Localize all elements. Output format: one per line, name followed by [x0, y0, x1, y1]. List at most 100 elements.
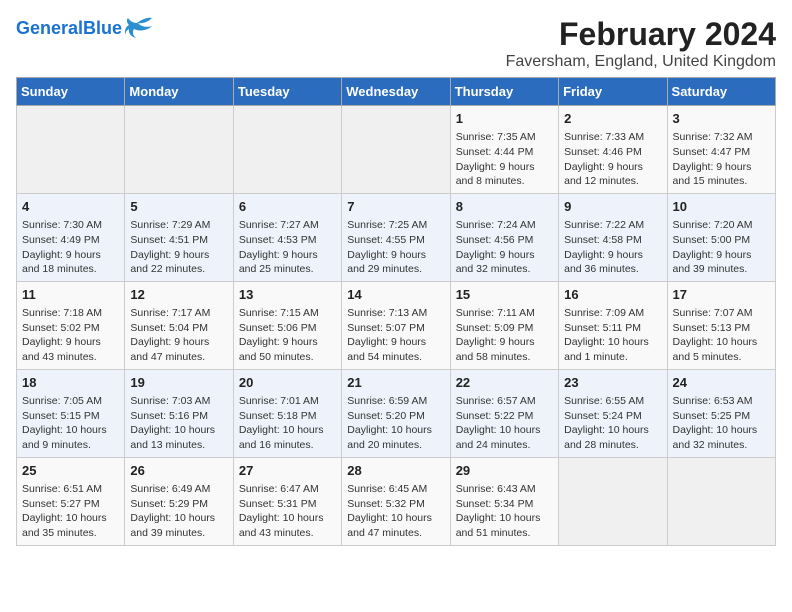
cell-info: Sunrise: 7:05 AMSunset: 5:15 PMDaylight:… [22, 394, 119, 453]
cell-info: Sunrise: 7:09 AMSunset: 5:11 PMDaylight:… [564, 306, 661, 365]
day-number: 28 [347, 462, 444, 480]
day-number: 13 [239, 286, 336, 304]
title-area: February 2024 Faversham, England, United… [506, 16, 776, 71]
day-number: 3 [673, 110, 770, 128]
calendar-week-row: 11 Sunrise: 7:18 AMSunset: 5:02 PMDayligh… [17, 281, 776, 369]
calendar-cell: 15 Sunrise: 7:11 AMSunset: 5:09 PMDayligh… [450, 281, 558, 369]
cell-info: Sunrise: 6:47 AMSunset: 5:31 PMDaylight:… [239, 482, 336, 541]
calendar-cell: 11 Sunrise: 7:18 AMSunset: 5:02 PMDayligh… [17, 281, 125, 369]
calendar-cell [125, 106, 233, 194]
cell-info: Sunrise: 6:55 AMSunset: 5:24 PMDaylight:… [564, 394, 661, 453]
day-number: 27 [239, 462, 336, 480]
cell-info: Sunrise: 7:25 AMSunset: 4:55 PMDaylight:… [347, 218, 444, 277]
day-number: 11 [22, 286, 119, 304]
calendar-week-row: 1 Sunrise: 7:35 AMSunset: 4:44 PMDaylight… [17, 106, 776, 194]
weekday-header: Wednesday [342, 78, 450, 106]
day-number: 4 [22, 198, 119, 216]
header-row: SundayMondayTuesdayWednesdayThursdayFrid… [17, 78, 776, 106]
calendar-cell: 5 Sunrise: 7:29 AMSunset: 4:51 PMDaylight… [125, 193, 233, 281]
weekday-header: Saturday [667, 78, 775, 106]
calendar-cell [342, 106, 450, 194]
calendar-week-row: 25 Sunrise: 6:51 AMSunset: 5:27 PMDayligh… [17, 457, 776, 545]
cell-info: Sunrise: 7:15 AMSunset: 5:06 PMDaylight:… [239, 306, 336, 365]
calendar-cell: 9 Sunrise: 7:22 AMSunset: 4:58 PMDaylight… [559, 193, 667, 281]
calendar-cell: 17 Sunrise: 7:07 AMSunset: 5:13 PMDayligh… [667, 281, 775, 369]
day-number: 6 [239, 198, 336, 216]
cell-info: Sunrise: 7:22 AMSunset: 4:58 PMDaylight:… [564, 218, 661, 277]
cell-info: Sunrise: 7:27 AMSunset: 4:53 PMDaylight:… [239, 218, 336, 277]
day-number: 14 [347, 286, 444, 304]
calendar-header: SundayMondayTuesdayWednesdayThursdayFrid… [17, 78, 776, 106]
calendar-week-row: 4 Sunrise: 7:30 AMSunset: 4:49 PMDaylight… [17, 193, 776, 281]
calendar-cell: 14 Sunrise: 7:13 AMSunset: 5:07 PMDayligh… [342, 281, 450, 369]
day-number: 12 [130, 286, 227, 304]
calendar-cell: 29 Sunrise: 6:43 AMSunset: 5:34 PMDayligh… [450, 457, 558, 545]
calendar-week-row: 18Sunrise: 7:05 AMSunset: 5:15 PMDayligh… [17, 369, 776, 457]
calendar-cell [559, 457, 667, 545]
calendar-cell: 16 Sunrise: 7:09 AMSunset: 5:11 PMDayligh… [559, 281, 667, 369]
weekday-header: Monday [125, 78, 233, 106]
calendar-cell: 26 Sunrise: 6:49 AMSunset: 5:29 PMDayligh… [125, 457, 233, 545]
calendar-cell: 2 Sunrise: 7:33 AMSunset: 4:46 PMDaylight… [559, 106, 667, 194]
day-number: 9 [564, 198, 661, 216]
calendar-cell: 13 Sunrise: 7:15 AMSunset: 5:06 PMDayligh… [233, 281, 341, 369]
day-number: 17 [673, 286, 770, 304]
day-number: 16 [564, 286, 661, 304]
weekday-header: Friday [559, 78, 667, 106]
calendar-cell: 4 Sunrise: 7:30 AMSunset: 4:49 PMDaylight… [17, 193, 125, 281]
cell-info: Sunrise: 6:51 AMSunset: 5:27 PMDaylight:… [22, 482, 119, 541]
cell-info: Sunrise: 7:18 AMSunset: 5:02 PMDaylight:… [22, 306, 119, 365]
day-number: 22 [456, 374, 553, 392]
day-number: 10 [673, 198, 770, 216]
day-number: 5 [130, 198, 227, 216]
calendar-cell: 21Sunrise: 6:59 AMSunset: 5:20 PMDayligh… [342, 369, 450, 457]
bird-icon [124, 16, 154, 42]
day-number: 15 [456, 286, 553, 304]
calendar-cell: 27 Sunrise: 6:47 AMSunset: 5:31 PMDayligh… [233, 457, 341, 545]
cell-info: Sunrise: 6:45 AMSunset: 5:32 PMDaylight:… [347, 482, 444, 541]
calendar-cell [667, 457, 775, 545]
calendar-cell: 25 Sunrise: 6:51 AMSunset: 5:27 PMDayligh… [17, 457, 125, 545]
cell-info: Sunrise: 7:01 AMSunset: 5:18 PMDaylight:… [239, 394, 336, 453]
logo: GeneralBlue [16, 16, 154, 42]
cell-info: Sunrise: 7:11 AMSunset: 5:09 PMDaylight:… [456, 306, 553, 365]
day-number: 23 [564, 374, 661, 392]
weekday-header: Sunday [17, 78, 125, 106]
calendar-cell: 19Sunrise: 7:03 AMSunset: 5:16 PMDayligh… [125, 369, 233, 457]
day-number: 29 [456, 462, 553, 480]
cell-info: Sunrise: 7:24 AMSunset: 4:56 PMDaylight:… [456, 218, 553, 277]
cell-info: Sunrise: 7:30 AMSunset: 4:49 PMDaylight:… [22, 218, 119, 277]
day-number: 19 [130, 374, 227, 392]
cell-info: Sunrise: 7:17 AMSunset: 5:04 PMDaylight:… [130, 306, 227, 365]
cell-info: Sunrise: 6:43 AMSunset: 5:34 PMDaylight:… [456, 482, 553, 541]
calendar-cell: 23 Sunrise: 6:55 AMSunset: 5:24 PMDayligh… [559, 369, 667, 457]
calendar-table: SundayMondayTuesdayWednesdayThursdayFrid… [16, 77, 776, 546]
cell-info: Sunrise: 6:49 AMSunset: 5:29 PMDaylight:… [130, 482, 227, 541]
day-number: 26 [130, 462, 227, 480]
day-number: 7 [347, 198, 444, 216]
logo-text: GeneralBlue [16, 19, 122, 39]
calendar-cell: 8 Sunrise: 7:24 AMSunset: 4:56 PMDaylight… [450, 193, 558, 281]
day-number: 20 [239, 374, 336, 392]
day-number: 8 [456, 198, 553, 216]
cell-info: Sunrise: 7:33 AMSunset: 4:46 PMDaylight:… [564, 130, 661, 189]
header: GeneralBlue February 2024 Faversham, Eng… [16, 16, 776, 71]
day-number: 24 [673, 374, 770, 392]
cell-info: Sunrise: 7:20 AMSunset: 5:00 PMDaylight:… [673, 218, 770, 277]
day-number: 1 [456, 110, 553, 128]
calendar-cell: 22Sunrise: 6:57 AMSunset: 5:22 PMDayligh… [450, 369, 558, 457]
calendar-cell: 7 Sunrise: 7:25 AMSunset: 4:55 PMDaylight… [342, 193, 450, 281]
month-title: February 2024 [506, 16, 776, 53]
weekday-header: Tuesday [233, 78, 341, 106]
day-number: 21 [347, 374, 444, 392]
day-number: 25 [22, 462, 119, 480]
calendar-cell: 1 Sunrise: 7:35 AMSunset: 4:44 PMDaylight… [450, 106, 558, 194]
calendar-cell: 10 Sunrise: 7:20 AMSunset: 5:00 PMDayligh… [667, 193, 775, 281]
calendar-cell: 24Sunrise: 6:53 AMSunset: 5:25 PMDayligh… [667, 369, 775, 457]
day-number: 2 [564, 110, 661, 128]
cell-info: Sunrise: 7:35 AMSunset: 4:44 PMDaylight:… [456, 130, 553, 189]
cell-info: Sunrise: 7:29 AMSunset: 4:51 PMDaylight:… [130, 218, 227, 277]
cell-info: Sunrise: 7:13 AMSunset: 5:07 PMDaylight:… [347, 306, 444, 365]
cell-info: Sunrise: 7:07 AMSunset: 5:13 PMDaylight:… [673, 306, 770, 365]
cell-info: Sunrise: 7:32 AMSunset: 4:47 PMDaylight:… [673, 130, 770, 189]
